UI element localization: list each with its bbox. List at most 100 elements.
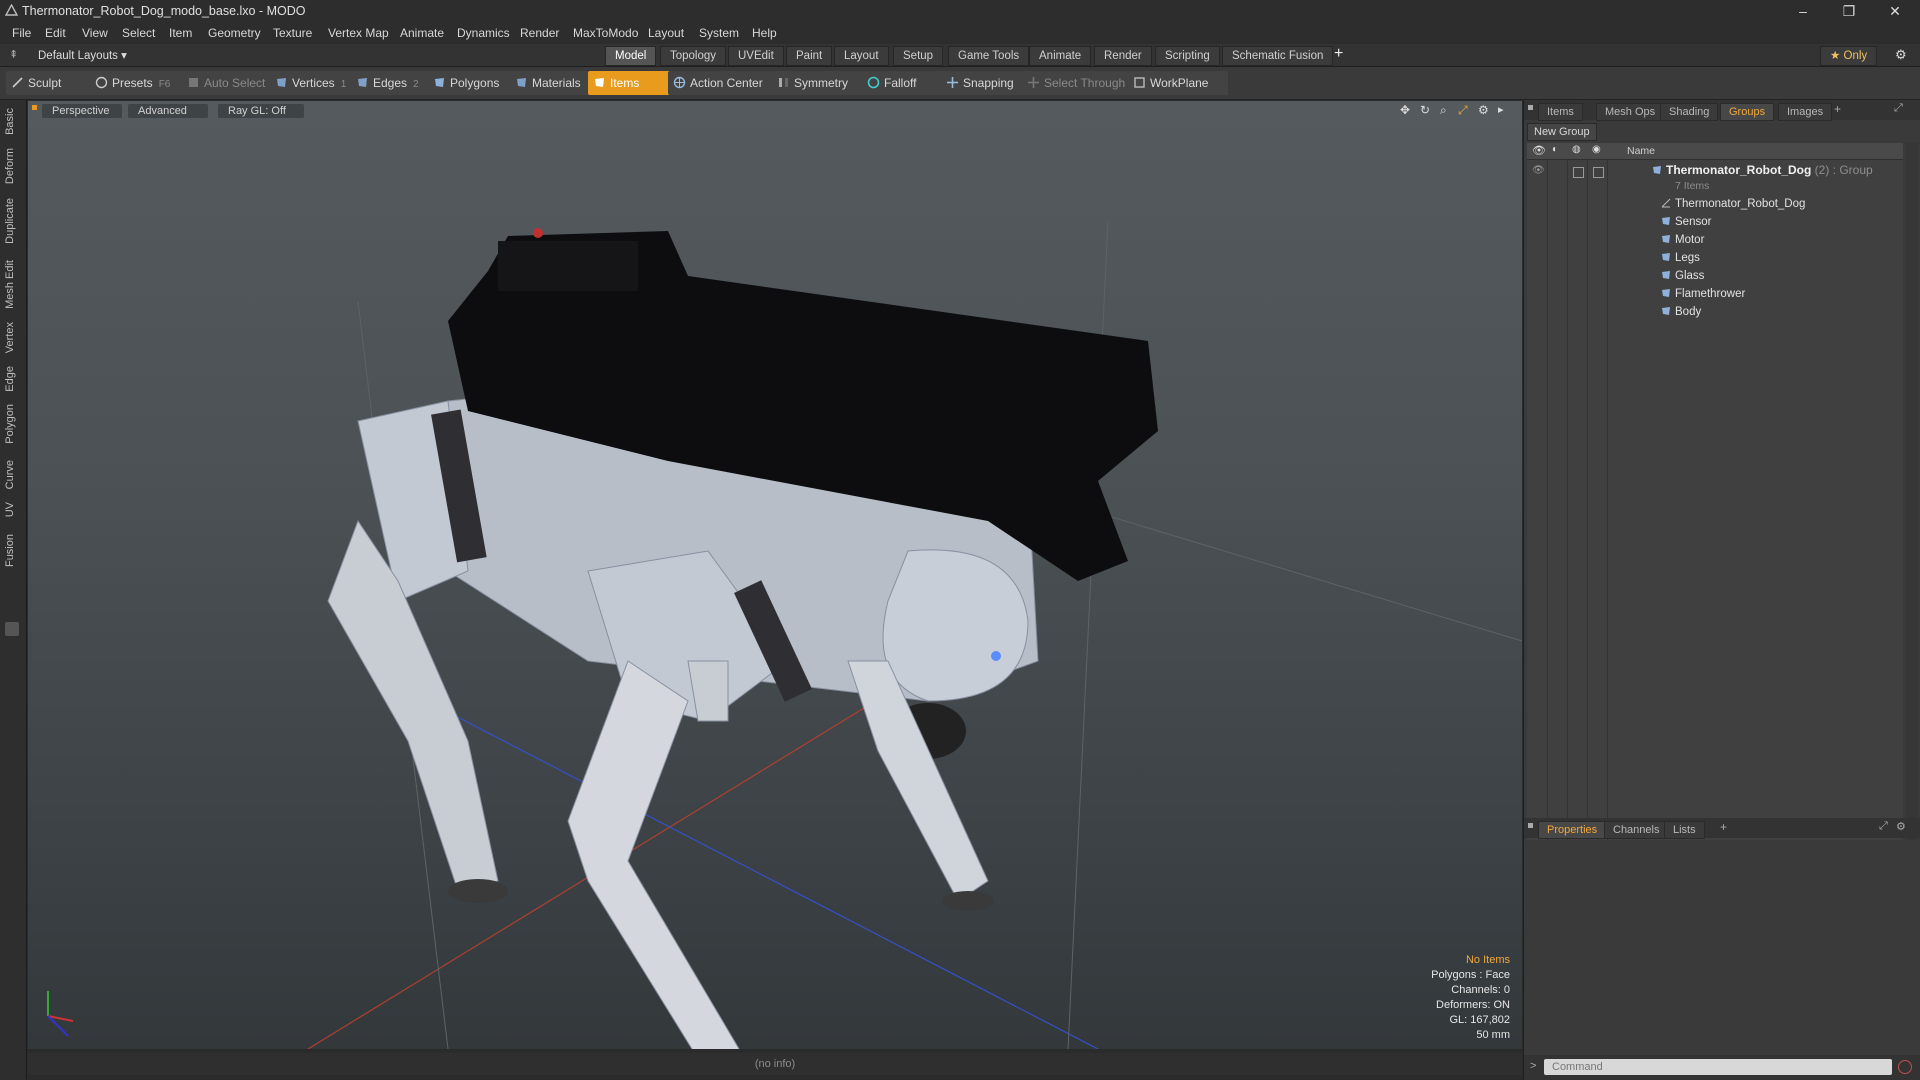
group-lock-checkbox[interactable] (1573, 167, 1584, 178)
menu-system[interactable]: System (699, 26, 739, 40)
menu-texture[interactable]: Texture (273, 26, 312, 40)
tab-render[interactable]: Render (1094, 46, 1152, 66)
visibility-eye-icon[interactable]: 👁 (1532, 144, 1546, 157)
vtab-edge[interactable]: Edge (4, 366, 20, 392)
tab-paint[interactable]: Paint (786, 46, 833, 66)
vtab-duplicate[interactable]: Duplicate (4, 198, 20, 244)
default-layouts-dropdown[interactable]: Default Layouts ▾ (38, 48, 127, 62)
add-bottom-tab-button[interactable]: + (1720, 820, 1727, 834)
add-tab-button[interactable]: + (1834, 102, 1841, 116)
vtab-mesh-edit[interactable]: Mesh Edit (4, 260, 20, 309)
group-child-row[interactable]: Motor (1661, 231, 1704, 249)
select-column-icon[interactable]: ◉ (1592, 144, 1601, 155)
vtab-basic[interactable]: Basic (4, 108, 20, 135)
menu-geometry[interactable]: Geometry (208, 26, 261, 40)
render-column-icon[interactable]: ◐ (1552, 144, 1558, 155)
only-toggle[interactable]: ★ Only (1820, 46, 1878, 66)
add-layout-button[interactable]: + (1334, 45, 1343, 63)
child-name: Legs (1675, 252, 1700, 264)
workplane-button[interactable]: WorkPlane (1128, 71, 1228, 95)
viewport-menu-dot[interactable] (32, 105, 37, 110)
tab-uvedit[interactable]: UVEdit (728, 46, 784, 66)
tab-mesh-ops[interactable]: Mesh Ops (1596, 103, 1665, 121)
auto-select-label: Auto Select (204, 76, 266, 90)
group-child-row[interactable]: Body (1661, 303, 1701, 321)
tab-topology[interactable]: Topology (660, 46, 727, 66)
close-button[interactable]: ✕ (1872, 0, 1918, 22)
tab-images[interactable]: Images (1778, 103, 1833, 121)
record-icon[interactable] (1898, 1060, 1912, 1074)
menu-edit[interactable]: Edit (45, 26, 66, 40)
shading-mode-advanced[interactable]: Advanced (128, 104, 208, 118)
menu-item[interactable]: Item (169, 26, 192, 40)
menu-dynamics[interactable]: Dynamics (457, 26, 510, 40)
menu-select[interactable]: Select (122, 26, 155, 40)
tab-items[interactable]: Items (1538, 103, 1583, 121)
action-center-label: Action Center (690, 76, 763, 90)
tab-animate[interactable]: Animate (1029, 46, 1092, 66)
tab-groups[interactable]: Groups (1720, 103, 1775, 121)
command-input[interactable]: Command (1544, 1059, 1892, 1075)
group-child-row[interactable]: Glass (1661, 267, 1704, 285)
settings-gear-icon[interactable]: ⚙ (1895, 47, 1907, 63)
tab-game-tools[interactable]: Game Tools (948, 46, 1030, 66)
menu-view[interactable]: View (82, 26, 108, 40)
menu-help[interactable]: Help (752, 26, 777, 40)
group-child-row[interactable]: Sensor (1661, 213, 1711, 231)
tab-layout[interactable]: Layout (834, 46, 889, 66)
vtab-deform[interactable]: Deform (4, 148, 20, 184)
menu-maxtomodo[interactable]: MaxToModo (573, 26, 638, 40)
bottom-panel-expand-icon[interactable]: ⤢ (1879, 820, 1888, 833)
lock-column-icon[interactable]: ◍ (1572, 144, 1581, 155)
tab-scripting[interactable]: Scripting (1155, 46, 1220, 66)
collapse-toggle[interactable] (5, 622, 19, 636)
pan-icon[interactable]: ✥ (1400, 103, 1410, 117)
group-select-checkbox[interactable] (1593, 167, 1604, 178)
group-child-row[interactable]: Legs (1661, 249, 1700, 267)
items-button[interactable]: Items (588, 71, 674, 95)
vtab-uv[interactable]: UV (4, 502, 20, 517)
viewport-settings-icon[interactable]: ⚙ (1478, 103, 1489, 117)
vtab-vertex[interactable]: Vertex (4, 322, 20, 353)
view-mode-perspective[interactable]: Perspective (42, 104, 122, 118)
groups-scrollbar[interactable] (1906, 143, 1918, 909)
vtab-curve[interactable]: Curve (4, 460, 20, 489)
falloff-button[interactable]: Falloff (862, 71, 946, 95)
group-visibility-toggle[interactable]: 👁 (1532, 165, 1545, 176)
menu-vertex-map[interactable]: Vertex Map (328, 26, 389, 40)
properties-menu-dot[interactable] (1528, 823, 1533, 828)
zoom-icon[interactable]: ⌕ (1440, 103, 1447, 118)
vtab-fusion[interactable]: Fusion (4, 534, 20, 567)
tab-lists[interactable]: Lists (1664, 821, 1705, 839)
select-through-button[interactable]: Select Through (1022, 71, 1144, 95)
tab-schematic-fusion[interactable]: Schematic Fusion (1222, 46, 1334, 66)
ray-gl-toggle[interactable]: Ray GL: Off (218, 104, 304, 118)
auto-select-icon (189, 78, 198, 87)
panel-expand-icon[interactable]: ⤢ (1894, 102, 1903, 115)
group-child-row[interactable]: Flamethrower (1661, 285, 1745, 303)
bottom-panel-settings-icon[interactable]: ⚙ (1896, 820, 1906, 833)
menu-file[interactable]: File (12, 26, 31, 40)
vtab-polygon[interactable]: Polygon (4, 404, 20, 444)
panel-menu-dot[interactable] (1528, 105, 1533, 110)
3d-viewport[interactable]: Perspective Advanced Ray GL: Off ✥ ↻ ⌕ ⤢… (28, 101, 1522, 1049)
tab-model[interactable]: Model (605, 46, 657, 66)
sculpt-button[interactable]: Sculpt (6, 71, 92, 95)
layout-pin-icon[interactable]: ⇞ (9, 48, 18, 61)
right-panel: Items Mesh Ops Shading Groups Images + ⤢… (1523, 100, 1920, 1080)
tab-shading[interactable]: Shading (1660, 103, 1719, 121)
fit-view-icon[interactable]: ⤢ (1458, 103, 1468, 118)
new-group-button[interactable]: New Group (1527, 123, 1597, 141)
tab-channels[interactable]: Channels (1604, 821, 1669, 839)
menu-animate[interactable]: Animate (400, 26, 444, 40)
group-child-row[interactable]: Thermonator_Robot_Dog (1661, 195, 1805, 213)
rotate-icon[interactable]: ↻ (1420, 103, 1430, 117)
tab-setup[interactable]: Setup (893, 46, 944, 66)
viewport-expand-icon[interactable]: ▸ (1498, 103, 1504, 116)
menu-layout[interactable]: Layout (648, 26, 684, 40)
minimize-button[interactable]: – (1780, 0, 1826, 22)
name-column-header[interactable]: Name (1627, 145, 1655, 157)
restore-button[interactable]: ❐ (1826, 0, 1872, 22)
menu-render[interactable]: Render (520, 26, 559, 40)
tab-properties[interactable]: Properties (1538, 821, 1607, 839)
